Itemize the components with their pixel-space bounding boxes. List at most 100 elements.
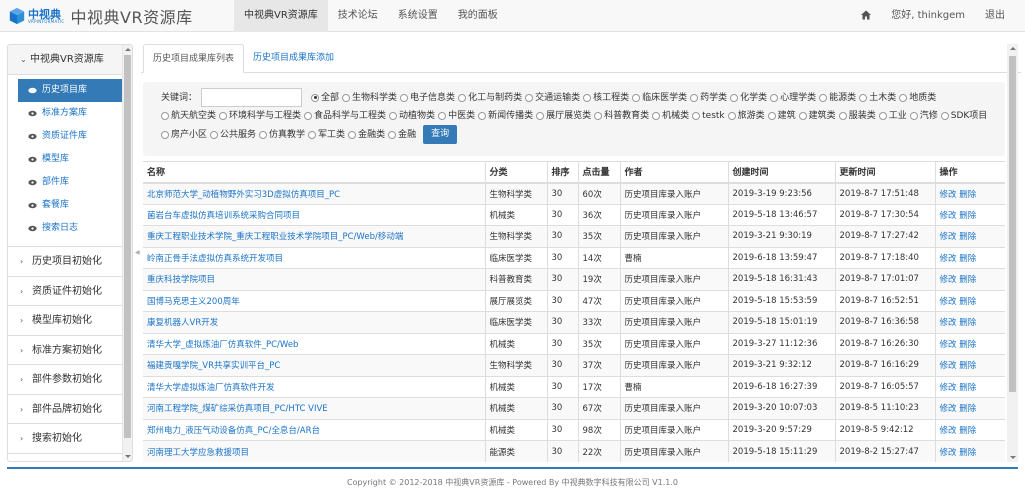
scroll-down-arrow-icon[interactable] (125, 455, 131, 458)
cell-name[interactable]: 重庆工程职业技术学院_重庆工程职业技术学院项目_PC/Web/移动端 (143, 225, 485, 247)
delete-link[interactable]: 删除 (959, 318, 976, 328)
radio-button[interactable] (400, 93, 409, 102)
nav-my-panel[interactable]: 我的面板 (448, 0, 508, 32)
edit-link[interactable]: 修改 (940, 361, 957, 371)
cell-name[interactable]: 福建贡嘎学院_VR共享实训平台_PC (143, 354, 485, 376)
sidebar-item-history-projects[interactable]: 历史项目库 (18, 79, 122, 102)
category-radio[interactable]: SDK项目 (940, 107, 987, 125)
edit-link[interactable]: 修改 (940, 254, 957, 264)
radio-button[interactable] (838, 112, 847, 120)
category-radio[interactable]: 化学类 (730, 89, 767, 107)
radio-button[interactable] (161, 112, 169, 120)
radio-button[interactable] (899, 93, 908, 102)
col-header-category[interactable]: 分类 (484, 161, 547, 184)
category-radio[interactable]: 房产小区 (161, 126, 207, 144)
category-radio[interactable]: 土木类 (859, 89, 896, 107)
sidebar-group-cert-init[interactable]: › 资质证件初始化 (8, 277, 122, 306)
collapse-arrow-icon[interactable]: ◀ (135, 249, 140, 256)
edit-link[interactable]: 修改 (940, 448, 957, 458)
scroll-up-arrow-icon[interactable] (125, 48, 131, 51)
col-header-created[interactable]: 创建时间 (727, 161, 835, 184)
col-header-name[interactable]: 名称 (143, 161, 485, 184)
cell-name[interactable]: 北京师范大学_动植物野外实习3D虚拟仿真项目_PC (143, 182, 485, 204)
radio-button[interactable] (594, 112, 603, 120)
category-radio[interactable]: 建筑 (767, 107, 796, 125)
radio-button[interactable] (730, 93, 739, 102)
radio-button[interactable] (692, 112, 701, 120)
tab-project-list[interactable]: 历史项目成果库列表 (143, 44, 245, 73)
delete-link[interactable]: 删除 (959, 448, 976, 458)
radio-button[interactable] (219, 112, 228, 120)
radio-button[interactable] (304, 112, 313, 120)
radio-button[interactable] (767, 112, 776, 120)
category-radio[interactable]: 科普教育类 (594, 107, 649, 125)
edit-link[interactable]: 修改 (940, 297, 957, 307)
radio-button[interactable] (478, 112, 487, 120)
radio-button[interactable] (859, 93, 868, 102)
category-radio[interactable]: 军工类 (308, 126, 345, 144)
home-link[interactable] (851, 0, 881, 32)
category-radio[interactable]: 公共服务 (210, 126, 256, 144)
category-radio[interactable]: 汽修 (909, 107, 938, 125)
nav-vr-library[interactable]: 中视典VR资源库 (234, 0, 328, 32)
radio-button[interactable] (259, 130, 268, 139)
category-radio[interactable]: 临床医学类 (632, 89, 687, 107)
sidebar-toggle[interactable]: ◀ (135, 44, 140, 462)
cell-name[interactable]: 康复机器人VR开发 (143, 311, 485, 333)
logo[interactable]: 中视典 VRPINFORMATIC 中视典VR资源库 (8, 6, 193, 27)
radio-button[interactable] (388, 130, 397, 139)
edit-link[interactable]: 修改 (940, 275, 957, 285)
edit-link[interactable]: 修改 (940, 383, 957, 393)
delete-link[interactable]: 删除 (959, 426, 976, 436)
radio-button[interactable] (819, 93, 828, 102)
category-radio[interactable]: 仿真教学 (259, 126, 305, 144)
tab-project-add[interactable]: 历史项目成果库添加 (244, 44, 343, 73)
sidebar-group-plan-init[interactable]: › 标准方案初始化 (8, 336, 122, 365)
category-radio[interactable]: 电子信息类 (400, 89, 455, 107)
main-scrollbar[interactable] (1007, 44, 1018, 462)
cell-name[interactable]: 清华大学_虚拟炼油厂仿真软件_PC/Web (143, 332, 485, 355)
scroll-down-arrow-icon[interactable] (1009, 456, 1016, 459)
scroll-up-arrow-icon[interactable] (1009, 47, 1016, 50)
col-header-clicks[interactable]: 点击量 (577, 161, 620, 184)
nav-forum[interactable]: 技术论坛 (328, 0, 388, 32)
sidebar-item-search-log[interactable]: 搜索日志 (8, 217, 122, 240)
category-radio[interactable]: 服装类 (838, 107, 876, 125)
category-radio[interactable]: 心理学类 (770, 89, 816, 107)
sidebar-group-history-init[interactable]: › 历史项目初始化 (8, 247, 122, 277)
edit-link[interactable]: 修改 (940, 211, 957, 221)
sidebar-group-search-init[interactable]: › 搜索初始化 (8, 424, 122, 454)
main-scroll-thumb[interactable] (1009, 56, 1016, 392)
category-radio[interactable]: 核工程类 (583, 89, 629, 107)
delete-link[interactable]: 删除 (959, 297, 976, 307)
category-radio[interactable]: 全部 (311, 89, 339, 107)
cell-name[interactable]: 菌岩台车虚拟仿真培训系统采购合同项目 (143, 203, 485, 226)
category-radio[interactable]: 中医类 (438, 107, 475, 125)
category-radio[interactable]: 环境科学与工程类 (219, 107, 301, 125)
col-header-updated[interactable]: 更新时间 (834, 161, 935, 184)
nav-settings[interactable]: 系统设置 (388, 0, 448, 32)
category-radio[interactable]: testk (692, 107, 725, 125)
cell-name[interactable]: 郑州电力_液压气动设备仿真_PC/全息台/AR台 (143, 418, 485, 441)
radio-button[interactable] (210, 130, 219, 139)
category-radio[interactable]: 新闻传播类 (478, 107, 533, 125)
category-radio[interactable]: 工业 (878, 107, 907, 125)
category-radio[interactable]: 动植物类 (389, 107, 435, 125)
delete-link[interactable]: 删除 (959, 232, 976, 242)
delete-link[interactable]: 删除 (959, 404, 976, 414)
category-radio[interactable]: 航天航空类 (161, 107, 216, 125)
radio-button[interactable] (438, 112, 447, 120)
radio-button[interactable] (311, 93, 320, 102)
sidebar-group-part-param-init[interactable]: › 部件参数初始化 (8, 365, 122, 395)
category-radio[interactable]: 金融 (388, 126, 416, 144)
edit-link[interactable]: 修改 (940, 232, 957, 242)
cell-name[interactable]: 国博马克思主义200周年 (143, 289, 485, 312)
radio-button[interactable] (770, 93, 779, 102)
delete-link[interactable]: 删除 (959, 190, 976, 200)
radio-button[interactable] (536, 112, 545, 120)
sidebar-scroll-thumb[interactable] (124, 55, 131, 438)
radio-button[interactable] (727, 112, 736, 120)
radio-button[interactable] (525, 93, 534, 102)
category-radio[interactable]: 展厅展览类 (536, 107, 591, 125)
col-header-order[interactable]: 排序 (546, 161, 578, 184)
